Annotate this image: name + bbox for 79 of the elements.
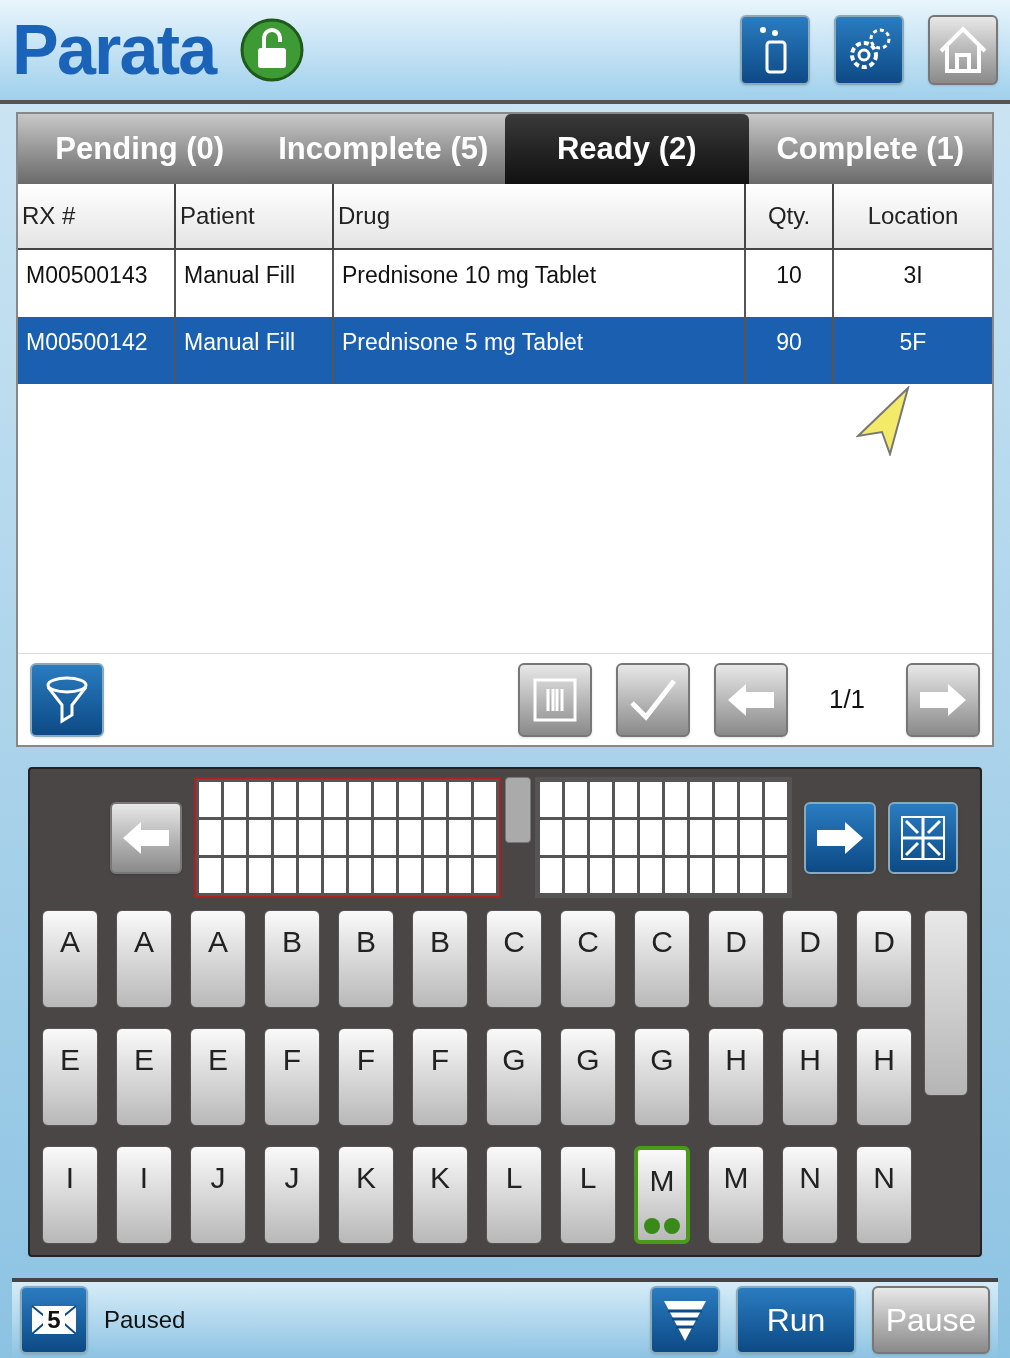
scroll-left-button[interactable] bbox=[110, 801, 182, 874]
column-header: Qty. bbox=[746, 184, 834, 248]
letter-key[interactable]: H bbox=[782, 1028, 838, 1126]
unlocked-padlock-icon[interactable] bbox=[239, 18, 304, 82]
table-cell: Manual Fill bbox=[176, 317, 334, 384]
expand-button[interactable] bbox=[888, 801, 958, 874]
letter-key[interactable]: E bbox=[190, 1028, 246, 1126]
column-header: Drug bbox=[334, 184, 746, 248]
scrollbar-thumb[interactable] bbox=[505, 777, 531, 843]
home-button[interactable] bbox=[928, 15, 998, 85]
letter-key[interactable]: E bbox=[42, 1028, 98, 1126]
letter-key[interactable]: G bbox=[560, 1028, 616, 1126]
letter-key[interactable]: L bbox=[486, 1146, 542, 1244]
letter-key[interactable]: E bbox=[116, 1028, 172, 1126]
letter-key[interactable]: N bbox=[782, 1146, 838, 1244]
table-cell: 90 bbox=[746, 317, 834, 384]
right-arrow-icon bbox=[815, 819, 865, 856]
letter-key[interactable]: K bbox=[412, 1146, 468, 1244]
letter-key[interactable]: C bbox=[560, 910, 616, 1008]
dropdown-button[interactable] bbox=[650, 1286, 720, 1354]
status-dots-icon bbox=[642, 1216, 682, 1236]
column-header: RX # bbox=[18, 184, 176, 248]
letter-key[interactable]: G bbox=[486, 1028, 542, 1126]
filter-button[interactable] bbox=[30, 662, 104, 737]
column-header: Patient bbox=[176, 184, 334, 248]
messages-button[interactable]: 5 bbox=[20, 1286, 88, 1354]
letter-key[interactable]: F bbox=[264, 1028, 320, 1126]
page-indicator: 1/1 bbox=[827, 683, 867, 716]
letter-key[interactable]: I bbox=[116, 1146, 172, 1244]
letter-key[interactable]: C bbox=[634, 910, 690, 1008]
card-grid[interactable] bbox=[535, 777, 792, 898]
letter-key[interactable]: C bbox=[486, 910, 542, 1008]
table-cell-text: 3I bbox=[902, 261, 924, 290]
letter-key[interactable]: F bbox=[338, 1028, 394, 1126]
letter-key[interactable]: I bbox=[42, 1146, 98, 1244]
home-icon bbox=[937, 25, 989, 75]
letter-key[interactable]: J bbox=[264, 1146, 320, 1244]
card-grid[interactable] bbox=[194, 777, 501, 898]
check-button[interactable] bbox=[616, 662, 690, 737]
next-page-button[interactable] bbox=[906, 662, 980, 737]
left-arrow-icon bbox=[121, 819, 171, 856]
letter-key[interactable]: B bbox=[264, 910, 320, 1008]
previous-page-button[interactable] bbox=[714, 662, 788, 737]
letter-key[interactable]: N bbox=[856, 1146, 912, 1244]
side-key[interactable] bbox=[924, 910, 968, 1096]
letter-key[interactable]: K bbox=[338, 1146, 394, 1244]
table-cell: Prednisone 5 mg Tablet bbox=[334, 317, 746, 384]
logo: Parata bbox=[12, 15, 216, 85]
letter-key[interactable]: B bbox=[412, 910, 468, 1008]
dispense-button[interactable] bbox=[740, 15, 810, 85]
funnel-icon bbox=[44, 674, 90, 725]
tab[interactable]: Ready (2) bbox=[505, 114, 749, 184]
letter-key[interactable]: D bbox=[782, 910, 838, 1008]
status-text: Paused bbox=[104, 1305, 186, 1335]
table-cell-text: 5F bbox=[898, 328, 928, 357]
table-row[interactable]: M00500142 Manual Fill Prednisone 5 mg Tablet 90 5F bbox=[18, 317, 992, 384]
left-arrow-icon bbox=[726, 681, 776, 718]
scroll-right-button[interactable] bbox=[804, 801, 876, 874]
letter-key[interactable]: H bbox=[856, 1028, 912, 1126]
run-button[interactable]: Run bbox=[736, 1286, 856, 1354]
letter-key[interactable]: M bbox=[708, 1146, 764, 1244]
barcode-button[interactable] bbox=[518, 662, 592, 737]
letter-key[interactable]: D bbox=[708, 910, 764, 1008]
letter-key[interactable]: A bbox=[190, 910, 246, 1008]
letter-key[interactable]: J bbox=[190, 1146, 246, 1244]
settings-button[interactable] bbox=[834, 15, 904, 85]
right-arrow-icon bbox=[918, 681, 968, 718]
letter-key[interactable]: F bbox=[412, 1028, 468, 1126]
barcode-icon bbox=[532, 676, 578, 723]
letter-key[interactable]: M bbox=[634, 1146, 690, 1244]
letter-key[interactable]: A bbox=[116, 910, 172, 1008]
letter-key[interactable]: D bbox=[856, 910, 912, 1008]
letter-key[interactable]: L bbox=[560, 1146, 616, 1244]
table-cell: M00500142 bbox=[18, 317, 176, 384]
letter-key[interactable]: G bbox=[634, 1028, 690, 1126]
letter-key[interactable]: H bbox=[708, 1028, 764, 1126]
letter-key[interactable]: B bbox=[338, 910, 394, 1008]
letter-key[interactable]: A bbox=[42, 910, 98, 1008]
pointer-cursor-icon bbox=[856, 386, 912, 456]
